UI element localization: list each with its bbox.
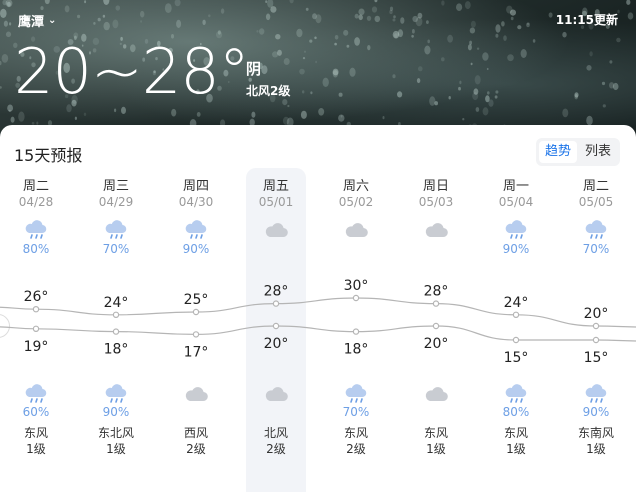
rain-icon <box>103 384 129 404</box>
wind-direction: 东风 <box>343 426 368 440</box>
precip-chance-day: 90% <box>502 242 530 256</box>
date-label: 04/29 <box>98 195 134 209</box>
date-label: 04/30 <box>178 195 214 209</box>
date-label: 05/01 <box>258 195 294 209</box>
precip-chance-night: 60% <box>22 405 50 419</box>
wind-level: 1级 <box>106 442 126 456</box>
forecast-day-2[interactable]: 周三 04/29 70% 90% 东北风 1级 <box>76 0 156 492</box>
forecast-day-8[interactable]: 周二 05/05 70% 90% 东南风 1级 <box>556 0 636 492</box>
cloud-icon <box>263 384 289 404</box>
wind-level: 2级 <box>346 442 366 456</box>
rain-icon <box>583 220 609 240</box>
cloud-icon <box>423 220 449 240</box>
day-label: 周六 <box>342 179 369 194</box>
rain-icon <box>103 220 129 240</box>
date-label: 05/05 <box>578 195 614 209</box>
forecast-day-3[interactable]: 周四 04/30 90% 西风 2级 <box>156 0 236 492</box>
rain-icon <box>343 384 369 404</box>
day-label: 周二 <box>582 179 609 194</box>
day-label: 周二 <box>22 179 49 194</box>
cloud-icon <box>183 384 209 404</box>
forecast-day-4[interactable]: 周五 05/01 北风 2级 <box>236 0 316 492</box>
date-label: 05/04 <box>498 195 534 209</box>
date-label: 05/02 <box>338 195 374 209</box>
forecast-day-6[interactable]: 周日 05/03 东风 1级 <box>396 0 476 492</box>
rain-icon <box>23 220 49 240</box>
wind-direction: 北风 <box>263 426 288 440</box>
forecast-day-1[interactable]: 周二 04/28 80% 60% 东风 1级 <box>0 0 76 492</box>
wind-direction: 东风 <box>23 426 48 440</box>
forecast-day-7[interactable]: 周一 05/04 90% 80% 东风 1级 <box>476 0 556 492</box>
precip-chance-night: 80% <box>502 405 530 419</box>
day-label: 周一 <box>502 179 529 194</box>
rain-icon <box>503 220 529 240</box>
wind-level: 2级 <box>186 442 206 456</box>
wind-level: 1级 <box>26 442 46 456</box>
rain-icon <box>503 384 529 404</box>
precip-chance-night: 90% <box>102 405 130 419</box>
day-label: 周五 <box>262 179 289 194</box>
rain-icon <box>583 384 609 404</box>
forecast-day-5[interactable]: 周六 05/02 70% 东风 2级 <box>316 0 396 492</box>
cloud-icon <box>423 384 449 404</box>
day-label: 周三 <box>102 179 129 194</box>
rain-icon <box>23 384 49 404</box>
precip-chance-day: 80% <box>22 242 50 256</box>
wind-level: 1级 <box>426 442 446 456</box>
wind-level: 2级 <box>266 442 286 456</box>
wind-level: 1级 <box>586 442 606 456</box>
day-label: 周日 <box>422 179 449 194</box>
wind-direction: 东风 <box>423 426 448 440</box>
cloud-icon <box>263 220 289 240</box>
rain-icon <box>183 220 209 240</box>
day-label: 周四 <box>182 179 209 194</box>
cloud-icon <box>343 220 369 240</box>
wind-direction: 东南风 <box>577 426 614 440</box>
precip-chance-day: 90% <box>182 242 210 256</box>
precip-chance-day: 70% <box>102 242 130 256</box>
date-label: 05/03 <box>418 195 454 209</box>
precip-chance-day: 70% <box>582 242 610 256</box>
wind-direction: 东北风 <box>97 426 134 440</box>
wind-level: 1级 <box>506 442 526 456</box>
precip-chance-night: 70% <box>342 405 370 419</box>
precip-chance-night: 90% <box>582 405 610 419</box>
date-label: 04/28 <box>18 195 54 209</box>
wind-direction: 西风 <box>183 426 208 440</box>
wind-direction: 东风 <box>503 426 528 440</box>
